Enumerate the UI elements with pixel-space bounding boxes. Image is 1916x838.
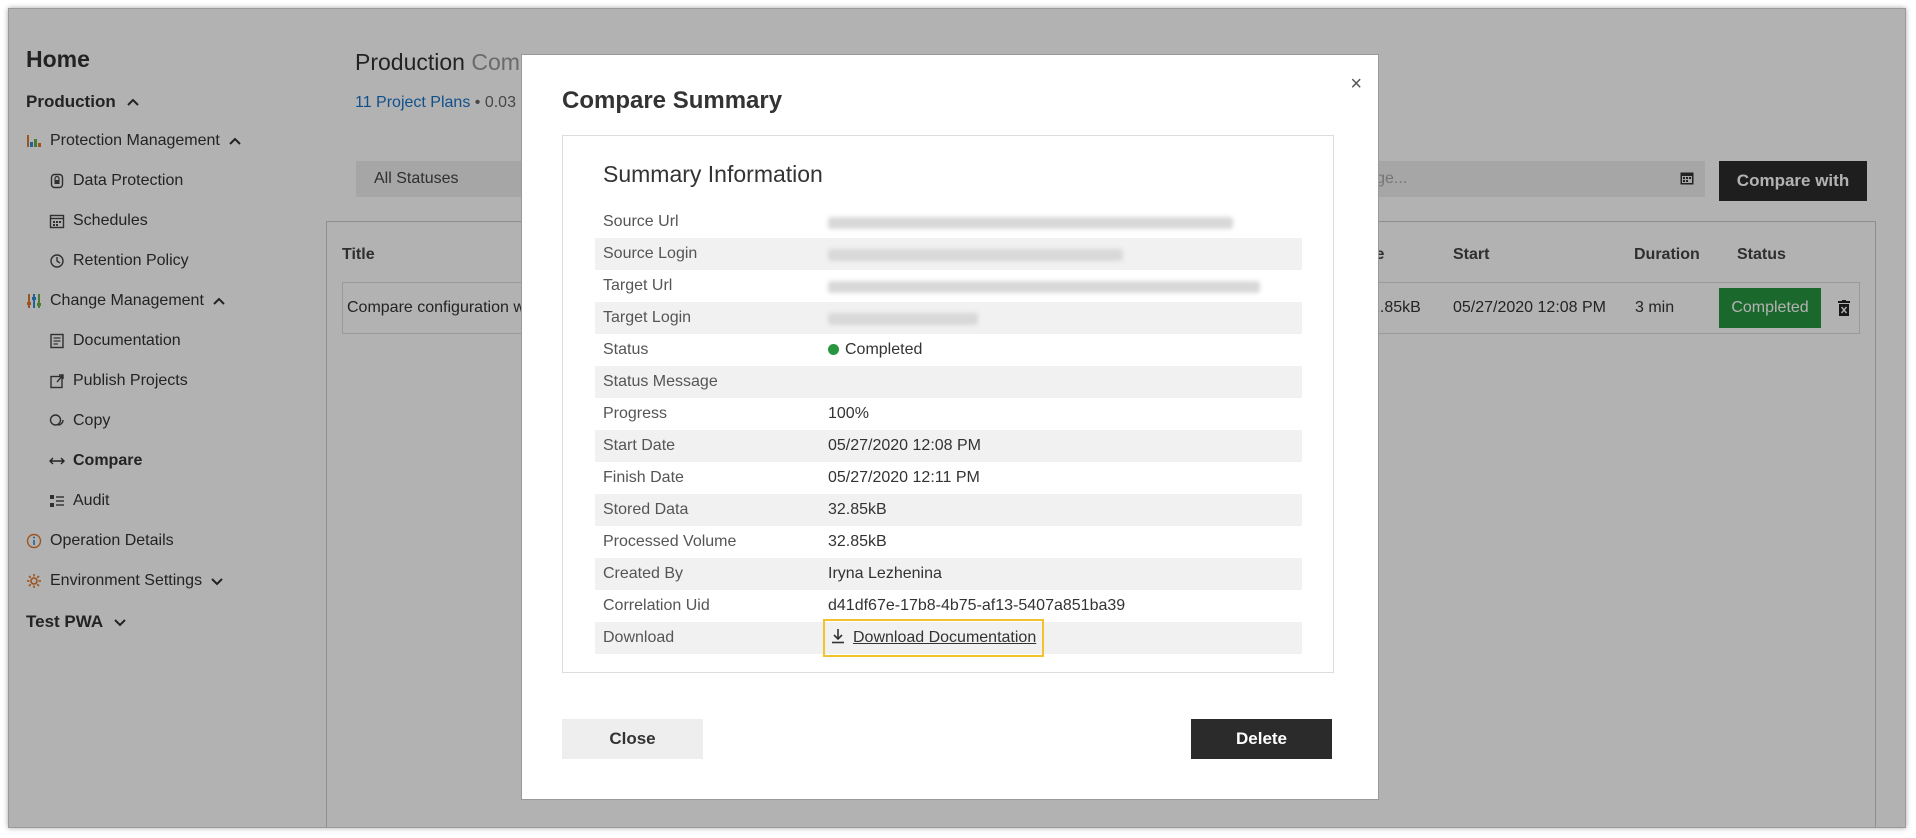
dialog-title: Compare Summary: [562, 87, 783, 114]
field-value: 32.85kB: [828, 501, 887, 518]
field-label: Target Url: [603, 277, 673, 294]
field-label: Stored Data: [603, 501, 689, 518]
download-link-label: Download Documentation: [853, 629, 1037, 646]
status-value: Completed: [828, 341, 922, 359]
redacted-value: [828, 281, 1260, 293]
field-label: Source Login: [603, 245, 698, 262]
field-label: Created By: [603, 565, 684, 582]
summary-row-download: Download Download Documentation: [595, 619, 1302, 657]
summary-row-created-by: Created By Iryna Lezhenina: [595, 558, 1302, 590]
summary-panel: Summary Information Source Url Source Lo…: [562, 135, 1334, 673]
redacted-value: [828, 217, 1233, 229]
field-label: Source Url: [603, 213, 679, 230]
compare-summary-dialog: Compare Summary × Summary Information So…: [521, 54, 1379, 800]
field-label: Status: [603, 341, 649, 358]
redacted-value: [828, 249, 1123, 261]
redacted-value: [828, 313, 978, 325]
status-text: Completed: [845, 341, 923, 358]
field-label: Correlation Uid: [603, 597, 710, 614]
field-label: Finish Date: [603, 469, 684, 486]
summary-row-target-login: Target Login: [595, 302, 1302, 334]
summary-row-processed-volume: Processed Volume 32.85kB: [595, 526, 1302, 558]
summary-row-progress: Progress 100%: [595, 398, 1302, 430]
summary-row-finish-date: Finish Date 05/27/2020 12:11 PM: [595, 462, 1302, 494]
field-label: Processed Volume: [603, 533, 737, 550]
field-value: d41df67e-17b8-4b75-af13-5407a851ba39: [828, 597, 1126, 614]
field-value: 05/27/2020 12:08 PM: [828, 437, 982, 454]
summary-row-correlation-uid: Correlation Uid d41df67e-17b8-4b75-af13-…: [595, 590, 1302, 622]
summary-row-status-message: Status Message: [595, 366, 1302, 398]
summary-row-start-date: Start Date 05/27/2020 12:08 PM: [595, 430, 1302, 462]
field-label: Download: [603, 629, 675, 646]
summary-title: Summary Information: [603, 161, 823, 187]
close-button[interactable]: Close: [562, 719, 703, 759]
app-window: Home Production Protection Management Da…: [8, 8, 1906, 828]
field-label: Progress: [603, 405, 668, 422]
field-value: 05/27/2020 12:11 PM: [828, 469, 980, 486]
download-documentation-link[interactable]: Download Documentation: [823, 619, 1045, 657]
summary-row-target-url: Target Url: [595, 270, 1302, 302]
summary-row-source-url: Source Url: [595, 206, 1302, 238]
download-icon: [831, 628, 845, 649]
summary-row-source-login: Source Login: [595, 238, 1302, 270]
summary-row-status: Status Completed: [595, 334, 1302, 366]
field-label: Status Message: [603, 373, 718, 390]
status-dot-icon: [828, 344, 839, 355]
close-icon[interactable]: ×: [1350, 73, 1362, 96]
field-label: Target Login: [603, 309, 692, 326]
field-value: 100%: [828, 405, 869, 422]
field-value: 32.85kB: [828, 533, 887, 550]
field-label: Start Date: [603, 437, 676, 454]
delete-button[interactable]: Delete: [1191, 719, 1332, 759]
field-value: Iryna Lezhenina: [828, 565, 942, 582]
summary-row-stored-data: Stored Data 32.85kB: [595, 494, 1302, 526]
